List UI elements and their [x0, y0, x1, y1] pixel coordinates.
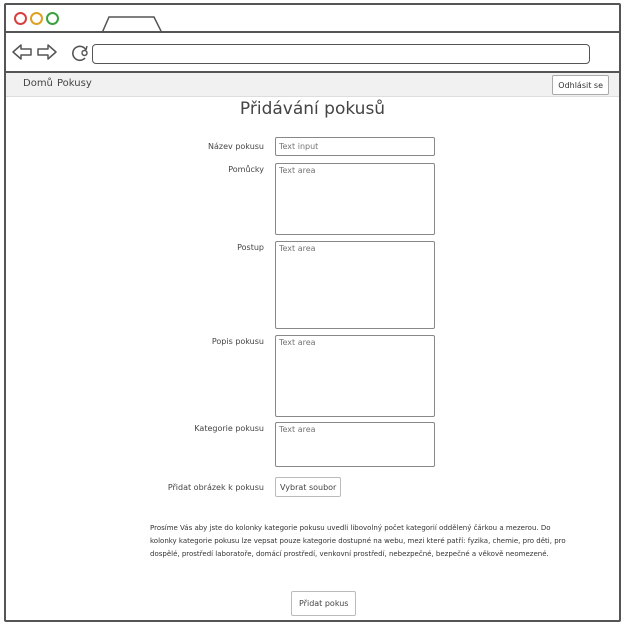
- choose-file-button[interactable]: Vybrat soubor: [275, 477, 342, 497]
- nav-experiments-link[interactable]: Pokusy: [57, 78, 92, 89]
- forward-arrow-icon[interactable]: [36, 43, 58, 61]
- tools-label: Pomůcky: [228, 165, 264, 174]
- reload-icon[interactable]: [70, 43, 90, 63]
- minimize-window-icon[interactable]: [30, 12, 43, 25]
- url-input[interactable]: [92, 44, 590, 64]
- name-input[interactable]: [275, 137, 435, 156]
- logout-button[interactable]: Odhlásit se: [552, 75, 609, 95]
- category-label: Kategorie pokusu: [194, 424, 264, 433]
- image-label: Přidat obrázek k pokusu: [167, 483, 264, 492]
- name-label: Název pokusu: [208, 142, 264, 151]
- procedure-textarea[interactable]: [275, 241, 435, 329]
- maximize-window-icon[interactable]: [46, 12, 59, 25]
- page-title: Přidávání pokusů: [239, 99, 386, 119]
- browser-window: Domů Pokusy Odhlásit se Přidávání pokusů…: [4, 3, 621, 622]
- description-textarea[interactable]: [275, 335, 435, 417]
- address-bar: [6, 33, 619, 73]
- nav-home-link[interactable]: Domů: [23, 78, 53, 89]
- add-experiment-button[interactable]: Přidat pokus: [291, 591, 357, 616]
- back-arrow-icon[interactable]: [11, 43, 33, 61]
- category-instructions: Prosíme Vás aby jste do kolonky kategori…: [150, 524, 566, 558]
- site-navbar: Domů Pokusy Odhlásit se: [6, 73, 619, 97]
- category-textarea[interactable]: [275, 422, 435, 467]
- tools-textarea[interactable]: [275, 163, 435, 235]
- title-bar: [6, 5, 619, 33]
- browser-tab[interactable]: [102, 16, 162, 33]
- close-window-icon[interactable]: [14, 12, 27, 25]
- procedure-label: Postup: [237, 243, 264, 252]
- description-label: Popis pokusu: [211, 337, 264, 346]
